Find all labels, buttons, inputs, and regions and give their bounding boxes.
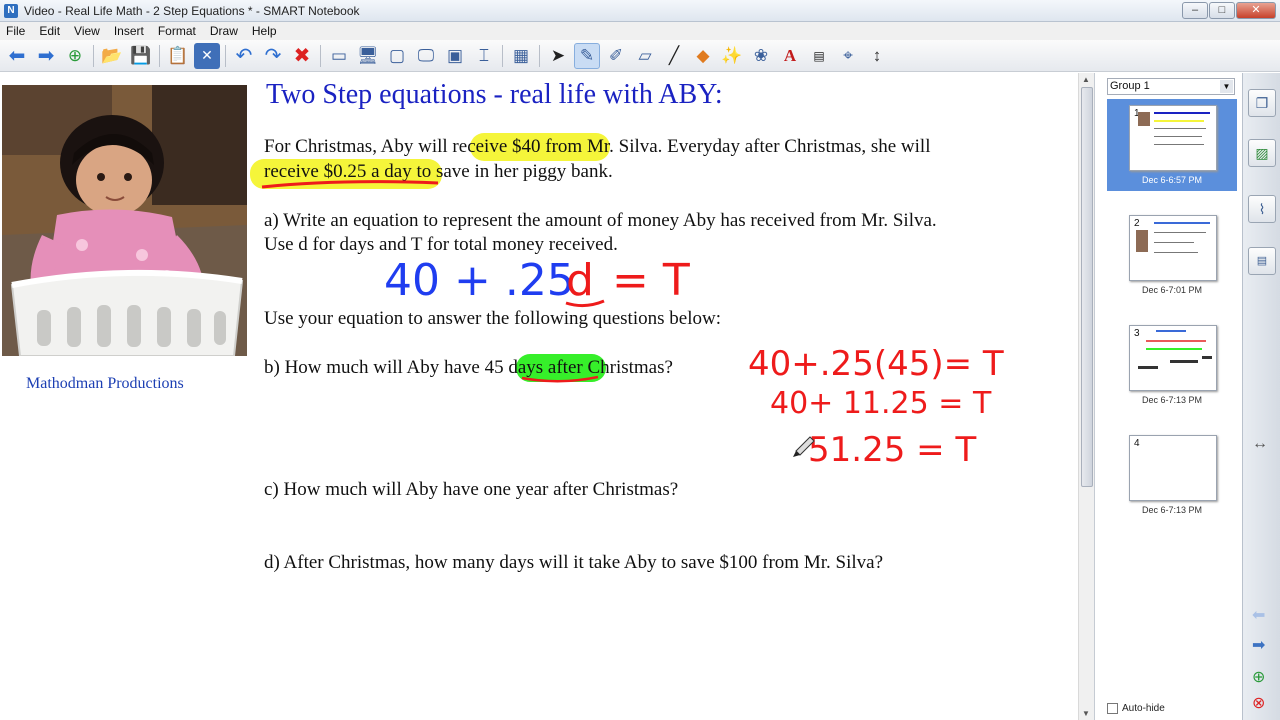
shape-icon[interactable]: ◆ [690, 43, 716, 69]
toolbar-separator [225, 44, 226, 67]
page-number: 2 [1134, 218, 1140, 229]
magic-pen-icon[interactable]: ✨ [719, 43, 745, 69]
menu-view[interactable]: View [68, 24, 108, 38]
screen-shade-icon[interactable]: ▭ [326, 43, 352, 69]
resize-arrows-icon[interactable]: ↔ [1252, 435, 1268, 453]
save-icon[interactable]: 💾 [128, 43, 154, 69]
select-icon[interactable]: ➤ [545, 43, 571, 69]
page-thumbnail-4[interactable]: 4 Dec 6-7:13 PM [1107, 429, 1237, 521]
page-thumbnail-preview: 1 [1129, 105, 1217, 171]
toolbar-separator [93, 44, 94, 67]
handwritten-step-2: 40+ 11.25 = T [770, 386, 992, 421]
properties-icon[interactable]: ▤ [1248, 247, 1276, 275]
delete-page-icon[interactable]: ✕ [194, 42, 220, 69]
menu-insert[interactable]: Insert [108, 24, 152, 38]
page-number: 3 [1134, 328, 1140, 339]
menu-format[interactable]: Format [152, 24, 204, 38]
page-thumbnail-preview: 3 [1129, 325, 1217, 391]
toolbar-separator [320, 44, 321, 67]
back-arrow-icon[interactable]: ⬅ [4, 43, 30, 69]
handwritten-step-3: 51.25 = T [808, 430, 976, 470]
whiteboard-page[interactable]: Mathodman Productions Two Step equations… [0, 73, 1078, 720]
handwritten-equals-t: = T [612, 255, 690, 306]
group-dropdown-value: Group 1 [1110, 80, 1150, 92]
page-thumbnail-date: Dec 6-6:57 PM [1141, 175, 1203, 185]
handwritten-step-1: 40+.25(45)= T [748, 344, 1004, 384]
attachments-icon[interactable]: ⌇ [1248, 195, 1276, 223]
main-toolbar: ⬅ ➡ ⊕ 📂 💾 📋 ✕ ↶ ↷ ✖ ▭ 🖥 ▢ 🖵 ▣ ⌶ ▦ ➤ ✎ ✐ … [0, 40, 1280, 72]
maximize-button[interactable]: □ [1209, 2, 1235, 19]
screen-capture-icon[interactable]: ▣ [442, 43, 468, 69]
forward-arrow-icon[interactable]: ➡ [33, 43, 59, 69]
delete-icon[interactable]: ✖ [289, 43, 315, 69]
menu-help[interactable]: Help [246, 24, 285, 38]
auto-hide-label: Auto-hide [1122, 703, 1165, 714]
fill-icon[interactable]: ❀ [748, 43, 774, 69]
menu-draw[interactable]: Draw [204, 24, 246, 38]
toolbar-separator [159, 44, 160, 67]
group-dropdown[interactable]: Group 1 ▼ [1107, 78, 1235, 95]
toolbar-separator [502, 44, 503, 67]
page-thumbnail-date: Dec 6-7:13 PM [1141, 395, 1203, 405]
measurement-tool-icon[interactable]: ⌖ [835, 43, 861, 69]
menu-edit[interactable]: Edit [33, 24, 68, 38]
handwritten-variable-d: d [566, 255, 594, 306]
add-page-icon[interactable]: ⊕ [62, 43, 88, 69]
move-toolbar-icon[interactable]: ↕ [864, 43, 890, 69]
add-page-icon[interactable]: ⊕ [1252, 667, 1265, 687]
eraser-icon[interactable]: ▱ [632, 43, 658, 69]
underline-45-days [521, 375, 599, 383]
page-thumbnail-2[interactable]: 2 Dec 6-7:01 PM [1107, 209, 1237, 301]
menu-file[interactable]: File [0, 24, 33, 38]
minimize-button[interactable]: – [1182, 2, 1208, 19]
text-icon[interactable]: A [777, 43, 803, 69]
chevron-down-icon[interactable]: ▼ [1220, 80, 1233, 93]
document-camera-icon[interactable]: ⌶ [471, 43, 497, 69]
line-icon[interactable]: ╱ [661, 43, 687, 69]
pen-icon[interactable]: ✎ [574, 42, 600, 69]
page-sorter-panel: Group 1 ▼ 1 Dec 6-6:57 PM 2 Dec 6-7:01 P… [1094, 73, 1242, 720]
page-thumbnail-date: Dec 6-7:01 PM [1141, 285, 1203, 295]
ink-overlay: 40 + .25 d = T 40+.25(45)= T 40+ 11.25 =… [261, 180, 1004, 470]
toolbar-separator [539, 44, 540, 67]
transparent-background-icon[interactable]: ▢ [384, 43, 410, 69]
gallery-icon[interactable]: ▨ [1248, 139, 1276, 167]
open-folder-icon[interactable]: 📂 [99, 43, 125, 69]
full-screen-icon[interactable]: 🖥 [355, 43, 381, 69]
title-bar: N Video - Real Life Math - 2 Step Equati… [0, 0, 1280, 22]
previous-page-icon[interactable]: ⬅ [1252, 605, 1265, 625]
side-tab-strip: ❐ ▨ ⌇ ▤ ↔ ⬅ ➡ ⊕ ⊗ [1242, 73, 1280, 720]
menu-bar: File Edit View Insert Format Draw Help [0, 22, 1280, 40]
next-page-icon[interactable]: ➡ [1252, 635, 1265, 655]
paste-icon[interactable]: 📋 [165, 43, 191, 69]
auto-hide-option[interactable]: Auto-hide [1107, 703, 1165, 714]
auto-hide-checkbox[interactable] [1107, 703, 1118, 714]
redo-icon[interactable]: ↷ [260, 43, 286, 69]
page-thumbnail-preview: 2 [1129, 215, 1217, 281]
undo-icon[interactable]: ↶ [231, 43, 257, 69]
delete-page-icon[interactable]: ⊗ [1252, 693, 1265, 713]
creative-pen-icon[interactable]: ✐ [603, 43, 629, 69]
close-button[interactable]: ✕ [1236, 2, 1276, 19]
properties-icon[interactable]: ▤ [806, 43, 832, 69]
window-title: Video - Real Life Math - 2 Step Equation… [24, 3, 360, 18]
table-icon[interactable]: ▦ [508, 43, 534, 69]
page-thumbnail-1[interactable]: 1 Dec 6-6:57 PM [1107, 99, 1237, 191]
window-controls: – □ ✕ [1182, 2, 1276, 19]
smart-notebook-app-icon: N [4, 3, 18, 18]
scroll-thumb[interactable] [1081, 87, 1093, 487]
handwritten-equation-blue: 40 + .25 [384, 255, 575, 306]
page-thumbnail-3[interactable]: 3 Dec 6-7:13 PM [1107, 319, 1237, 411]
page-scrollbar[interactable]: ▲ ▼ [1078, 73, 1094, 720]
dual-page-icon[interactable]: 🖵 [413, 43, 439, 69]
page-sorter-icon[interactable]: ❐ [1248, 89, 1276, 117]
scroll-up-icon[interactable]: ▲ [1082, 75, 1090, 84]
page-number: 4 [1134, 438, 1140, 449]
scroll-down-icon[interactable]: ▼ [1082, 709, 1090, 718]
page-thumbnail-date: Dec 6-7:13 PM [1141, 505, 1203, 515]
page-thumbnail-preview: 4 [1129, 435, 1217, 501]
underline-receive-025 [261, 180, 439, 189]
